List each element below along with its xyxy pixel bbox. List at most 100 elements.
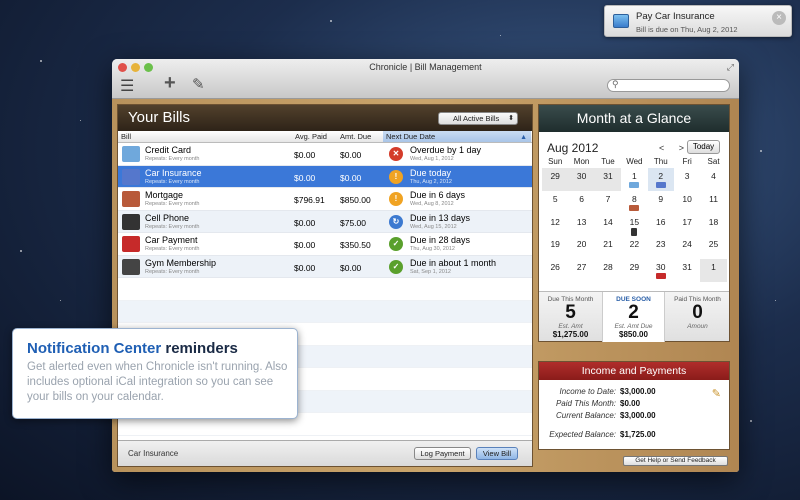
table-row[interactable]: Gym Membership Repeats: Every month $0.0… (118, 255, 532, 278)
row-value: $1,725.00 (620, 430, 656, 439)
calendar-day[interactable]: 14 (595, 214, 621, 237)
table-row[interactable]: Credit Card Repeats: Every month $0.00 $… (118, 143, 532, 166)
calendar-day[interactable]: 18 (700, 214, 726, 237)
table-row[interactable]: Cell Phone Repeats: Every month $0.00 $7… (118, 210, 532, 233)
checkmark-icon: ✓ (389, 237, 403, 251)
calendar-day[interactable]: 23 (648, 236, 674, 259)
calendar-day[interactable]: 19 (542, 236, 568, 259)
due-status: Due in 28 days (410, 235, 471, 245)
view-bill-button[interactable]: View Bill (476, 447, 518, 460)
bill-filter-select[interactable]: All Active Bills ⬍ (438, 112, 518, 125)
warning-icon: ! (389, 169, 403, 184)
bill-repeat: Repeats: Every month (145, 201, 200, 207)
calendar-day[interactable]: 7 (595, 191, 621, 214)
filter-label: All Active Bills (453, 114, 500, 123)
help-feedback-button[interactable]: Get Help or Send Feedback (623, 456, 728, 466)
calendar-day[interactable]: 5 (542, 191, 568, 214)
weekday-label: Tue (601, 157, 615, 166)
calendar-day[interactable]: 30 (648, 259, 674, 282)
fullscreen-icon[interactable]: ⤢ (727, 62, 734, 73)
calendar-day[interactable]: 25 (700, 236, 726, 259)
search-input[interactable]: ⚲ (607, 79, 730, 92)
col-bill[interactable]: Bill (121, 132, 131, 141)
col-next-due[interactable]: Next Due Date ▲ (383, 131, 531, 142)
due-date: Sat, Sep 1, 2012 (410, 268, 451, 275)
bills-title: Your Bills (128, 109, 190, 126)
calendar-day[interactable]: 10 (674, 191, 700, 214)
month-glance-panel: Month at a Glance Aug 2012 < > Today Sun… (538, 104, 730, 342)
calendar-day-today[interactable]: 2 (647, 168, 674, 191)
due-date: Wed, Aug 1, 2012 (410, 156, 454, 162)
amt-due: $350.50 (340, 240, 371, 250)
calendar-day[interactable]: 9 (648, 191, 674, 214)
calendar-week: 26 27 28 29 30 31 1 (542, 259, 727, 282)
calendar-day[interactable]: 1 (621, 168, 647, 191)
calendar-day[interactable]: 31 (594, 168, 622, 191)
table-row[interactable]: Car Insurance Repeats: Every month $0.00… (118, 165, 532, 188)
phone-icon (631, 227, 638, 236)
calendar-day[interactable]: 4 (700, 168, 726, 191)
calendar-day[interactable]: 27 (568, 259, 594, 282)
calendar-day[interactable]: 28 (595, 259, 621, 282)
calendar-day[interactable]: 16 (648, 214, 674, 237)
pencil-icon[interactable]: ✎ (712, 387, 721, 400)
calendar-day[interactable]: 13 (568, 214, 594, 237)
today-button[interactable]: Today (687, 140, 720, 154)
income-panel: Income and Payments ✎ Income to Date: $3… (538, 361, 730, 450)
calendar-day[interactable]: 12 (542, 214, 568, 237)
calendar-day[interactable]: 11 (700, 191, 726, 214)
month-nav-arrows[interactable]: < > (659, 143, 690, 153)
umbrella-icon (655, 182, 666, 188)
bill-repeat: Repeats: Every month (145, 268, 200, 275)
calendar-day[interactable]: 22 (621, 236, 647, 259)
col-amt-due[interactable]: Amt. Due (340, 132, 371, 141)
calendar-day[interactable]: 15 (621, 214, 647, 237)
calendar-day[interactable]: 24 (674, 236, 700, 259)
edit-bill-icon[interactable]: ✎ (192, 75, 205, 93)
car-icon (122, 236, 140, 252)
day-number: 1 (632, 171, 637, 181)
day-number: 2 (658, 171, 664, 181)
notification-message: Bill is due on Thu, Aug 2, 2012 (636, 25, 738, 34)
bill-name: Car Payment (145, 235, 198, 245)
calendar-day[interactable]: 26 (542, 259, 568, 282)
col-avg-paid[interactable]: Avg. Paid (295, 132, 327, 141)
glance-header: Month at a Glance (539, 105, 729, 132)
calendar-day[interactable]: 1 (700, 259, 727, 282)
calendar-day[interactable]: 29 (542, 168, 569, 191)
bill-name: Cell Phone (145, 212, 190, 223)
due-date: Thu, Aug 2, 2012 (410, 178, 452, 185)
list-view-icon[interactable]: ☰ (120, 76, 134, 96)
overdue-icon: ✕ (389, 147, 403, 161)
close-icon[interactable]: × (772, 11, 786, 25)
day-number: 8 (632, 193, 637, 204)
bill-repeat: Repeats: Every month (145, 178, 200, 185)
calendar-day[interactable]: 31 (674, 259, 700, 282)
avg-paid: $796.91 (294, 195, 325, 205)
bill-repeat: Repeats: Every month (145, 156, 200, 162)
calendar-day[interactable]: 6 (568, 191, 594, 214)
calendar-day[interactable]: 17 (674, 214, 700, 237)
calendar-day[interactable]: 3 (674, 168, 700, 191)
due-date: Thu, Aug 30, 2012 (410, 246, 455, 252)
log-payment-button[interactable]: Log Payment (414, 447, 471, 460)
income-title: Income and Payments (539, 362, 729, 380)
weekday-label: Wed (626, 157, 643, 166)
calendar-day[interactable]: 30 (568, 168, 595, 191)
due-status: Overdue by 1 day (410, 145, 482, 155)
notification-banner[interactable]: Pay Car Insurance Bill is due on Thu, Au… (604, 5, 792, 37)
table-row[interactable]: Car Payment Repeats: Every month $0.00 $… (118, 233, 532, 256)
calendar-day[interactable]: 21 (595, 236, 621, 259)
add-bill-icon[interactable]: + (164, 72, 176, 95)
table-row[interactable]: Mortgage Repeats: Every month $796.91 $8… (118, 188, 532, 211)
app-icon (613, 14, 629, 28)
row-value: $3,000.00 (620, 387, 656, 396)
weekday-label: Sun (548, 157, 563, 166)
col-next-due-label: Next Due Date (386, 132, 436, 141)
calendar-day[interactable]: 20 (568, 236, 594, 259)
row-value: $0.00 (620, 399, 641, 408)
calendar-day[interactable]: 8 (621, 191, 647, 214)
calendar-day[interactable]: 29 (621, 259, 647, 282)
day-number: 15 (629, 216, 640, 227)
bill-repeat: Repeats: Every month (145, 246, 200, 252)
